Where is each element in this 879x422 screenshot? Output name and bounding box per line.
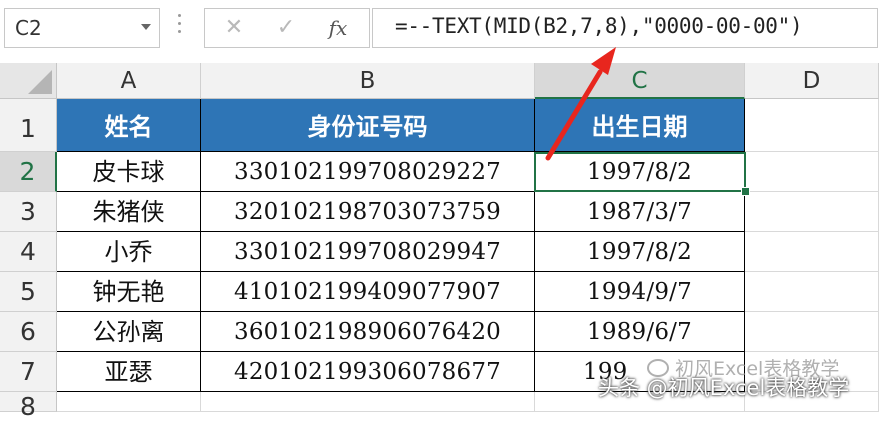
watermark-bottom: 头条 @初风Excel表格教学: [598, 376, 850, 400]
arrow-head-icon: [591, 47, 616, 75]
red-arrow-annotation: [545, 47, 616, 161]
arrow-shaft: [545, 69, 603, 161]
